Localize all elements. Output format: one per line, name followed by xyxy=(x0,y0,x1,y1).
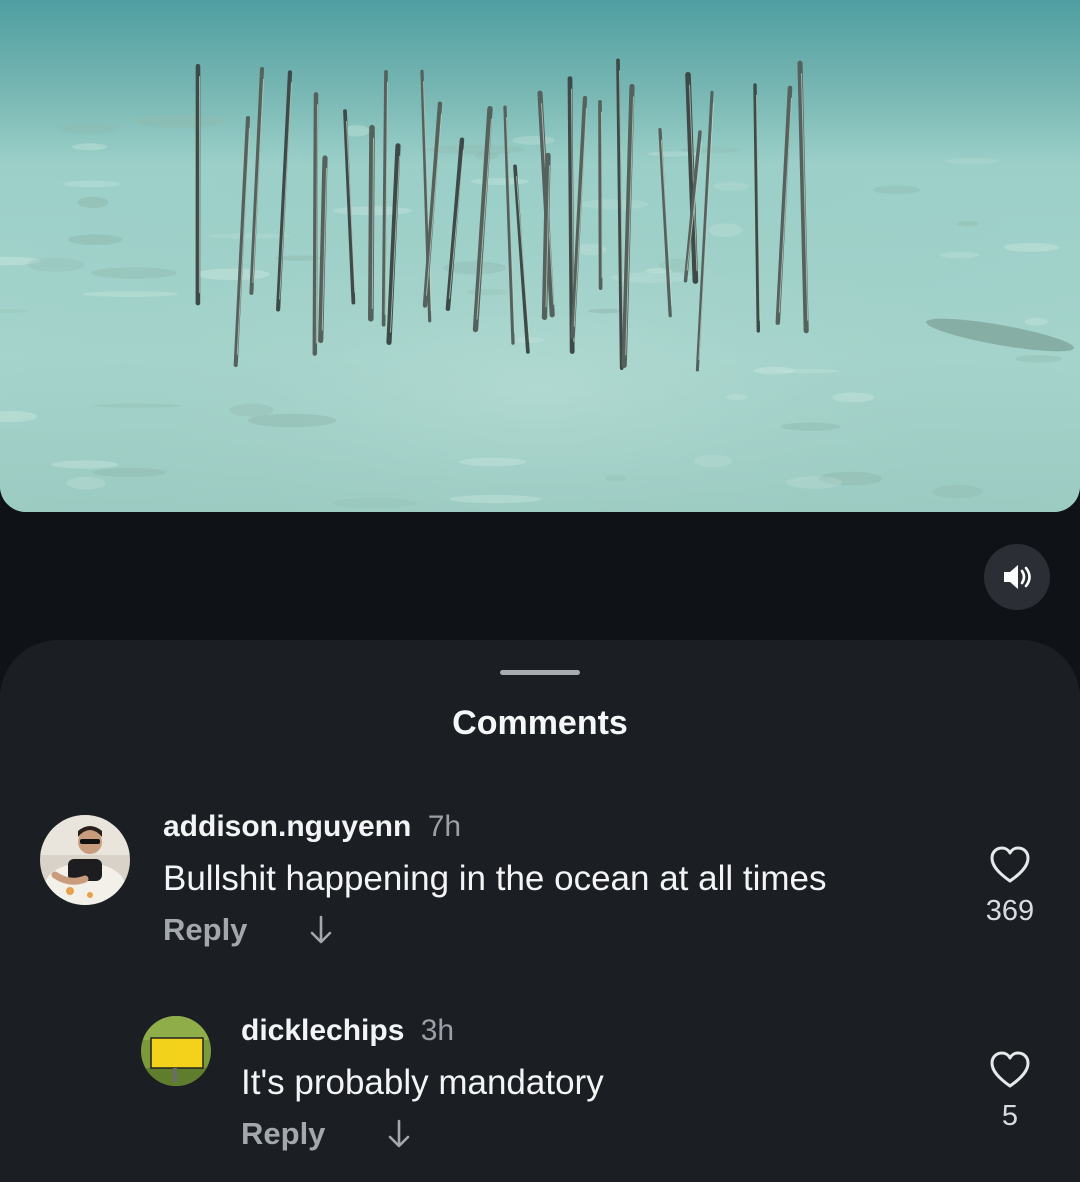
razorfish xyxy=(312,92,319,356)
reply-button[interactable]: Reply xyxy=(163,912,247,948)
comment-time: 7h xyxy=(427,810,462,843)
sand-patch xyxy=(946,158,999,165)
sand-patch xyxy=(470,177,530,185)
comment-actions: Reply xyxy=(163,912,335,948)
sheet-title: Comments xyxy=(452,704,628,742)
comment-time: 3h xyxy=(420,1014,455,1047)
mute-button[interactable] xyxy=(984,544,1050,610)
sand-patch xyxy=(753,366,795,375)
reel-comments-screen: Comments addison.nguyenn 7h Bullshit hap… xyxy=(0,0,1080,1182)
like-count: 369 xyxy=(985,895,1035,927)
sand-patch xyxy=(27,257,85,272)
sand-patch xyxy=(604,474,627,482)
sand-patch xyxy=(344,125,370,137)
heart-icon xyxy=(990,1051,1030,1088)
video-frame xyxy=(0,0,1080,512)
sand-patch xyxy=(1004,242,1060,252)
sand-patch xyxy=(581,199,649,210)
sand-patch xyxy=(90,267,177,279)
video-player[interactable] xyxy=(0,0,1080,512)
sand-patch xyxy=(610,272,692,283)
sand-patch xyxy=(786,476,843,489)
sand-patch xyxy=(588,308,623,314)
comment-actions: Reply xyxy=(241,1116,413,1152)
sand-patch xyxy=(66,476,106,490)
sand-patch xyxy=(725,394,747,401)
sand-patch xyxy=(780,422,841,431)
username[interactable]: addison.nguyenn xyxy=(163,810,411,843)
reply-button[interactable]: Reply xyxy=(241,1116,325,1152)
sand-patch xyxy=(51,460,119,469)
comment-text: Bullshit happening in the ocean at all t… xyxy=(163,859,827,898)
sand-patch xyxy=(466,289,508,296)
sand-patch xyxy=(93,467,167,477)
sand-patch xyxy=(459,457,527,467)
sand-patch xyxy=(229,403,274,417)
sand-patch xyxy=(512,136,555,145)
speaker-icon xyxy=(1004,565,1031,589)
sand-patch xyxy=(77,196,109,209)
sand-patch xyxy=(832,392,875,403)
sand-patch xyxy=(693,454,733,468)
username[interactable]: dicklechips xyxy=(241,1014,404,1047)
sand-patch xyxy=(68,234,123,246)
sand-patch xyxy=(136,114,225,129)
sand-patch xyxy=(332,498,418,509)
sand-patch xyxy=(62,180,122,188)
sand-patch xyxy=(939,251,980,259)
comment-meta: dicklechips 3h xyxy=(241,1014,454,1048)
drag-handle[interactable] xyxy=(500,670,580,675)
sand-patch xyxy=(932,484,984,499)
sand-patch xyxy=(82,291,179,297)
sand-patch xyxy=(93,403,182,408)
razorfish xyxy=(368,124,375,322)
sand-patch xyxy=(207,233,291,239)
comment-text: It's probably mandatory xyxy=(241,1063,604,1102)
avatar-photo xyxy=(40,815,130,905)
like-button[interactable]: 5 xyxy=(970,1050,1050,1133)
avatar[interactable] xyxy=(40,815,130,905)
arrow-down-icon[interactable] xyxy=(307,914,335,946)
comment-meta: addison.nguyenn 7h xyxy=(163,810,461,844)
avatar-sign xyxy=(141,1016,211,1086)
razorfish xyxy=(598,99,603,290)
sand-patch xyxy=(72,143,107,151)
sand-patch xyxy=(1024,317,1048,326)
sand-patch xyxy=(957,220,979,227)
sand-patch xyxy=(426,144,525,155)
sand-patch xyxy=(708,223,743,238)
sand-patch xyxy=(195,268,270,280)
arrow-down-icon[interactable] xyxy=(385,1118,413,1150)
sand-patch xyxy=(1015,355,1062,363)
sand-patch xyxy=(713,181,750,191)
sand-patch xyxy=(872,185,921,194)
heart-icon xyxy=(990,846,1030,883)
like-count: 5 xyxy=(1001,1100,1019,1132)
like-button[interactable]: 369 xyxy=(970,845,1050,928)
avatar[interactable] xyxy=(141,1016,211,1086)
sand-patch xyxy=(56,122,120,135)
sand-patch xyxy=(449,495,541,504)
comments-sheet: Comments addison.nguyenn 7h Bullshit hap… xyxy=(0,640,1080,1182)
razorfish-highlight xyxy=(601,111,603,279)
